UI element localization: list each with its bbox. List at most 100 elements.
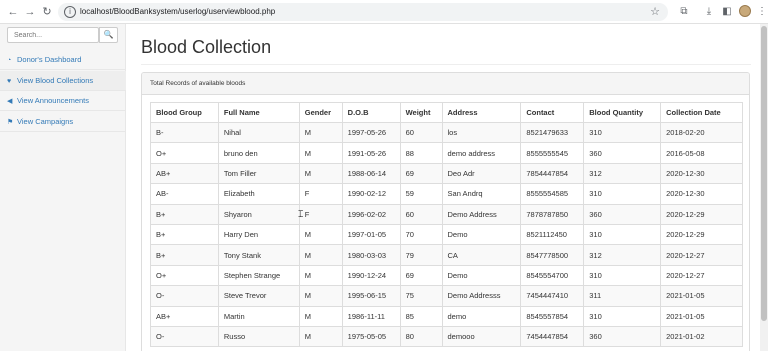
table-cell: 1990-12-24 xyxy=(341,264,401,287)
column-header[interactable]: D.O.B xyxy=(341,102,401,123)
table-cell: demooo xyxy=(441,325,522,348)
table-cell: 79 xyxy=(399,244,443,266)
table-cell: 80 xyxy=(399,325,443,348)
table-cell: bruno den xyxy=(217,142,300,164)
sidebar: 🔍 ◔ Donor's Dashboard ♥ View Blood Collect… xyxy=(0,24,126,351)
sidebar-item-blood-collections[interactable]: ♥ View Blood Collections xyxy=(0,71,126,91)
table-cell: Stephen Strange xyxy=(217,264,300,287)
column-header[interactable]: Blood Group xyxy=(150,102,219,123)
table-row: O+ Stephen Strange M 1990-12-24 69 Demo 854555… xyxy=(150,264,743,287)
column-header[interactable]: Address xyxy=(441,102,522,123)
table-cell: 2021-01-02 xyxy=(660,325,743,348)
scrollbar-thumb[interactable] xyxy=(761,26,767,321)
blood-collection-table: Blood Group Full Name Gender D.O.B Weigh… xyxy=(150,102,743,348)
bullhorn-icon: ◀ xyxy=(7,98,13,105)
table-cell: AB- xyxy=(150,183,219,205)
table-cell: demo xyxy=(441,305,522,327)
table-cell: 88 xyxy=(399,142,443,164)
table-cell: 8555554585 xyxy=(520,183,585,205)
menu-kebab-icon[interactable]: ⋮ xyxy=(755,5,768,19)
back-icon[interactable]: ← xyxy=(6,5,20,19)
column-header[interactable]: Weight xyxy=(399,102,443,123)
table-cell: O+ xyxy=(150,142,219,164)
table-cell: 8545554700 xyxy=(520,264,585,287)
table-cell: 8547778500 xyxy=(520,244,585,266)
table-cell: 8521112450 xyxy=(520,223,585,246)
table-cell: 69 xyxy=(399,162,443,185)
panel-heading: Total Records of available bloods xyxy=(142,73,749,95)
table-cell: 7454447854 xyxy=(520,325,585,348)
sidebar-item-label: View Blood Collections xyxy=(17,76,94,85)
page-title: Blood Collection xyxy=(141,37,272,57)
table-cell: 1996-02-02 xyxy=(341,203,401,225)
table-header-row: Blood Group Full Name Gender D.O.B Weigh… xyxy=(150,102,743,123)
table-cell: Demo xyxy=(441,223,522,246)
table-cell: F xyxy=(298,203,343,225)
site-info-icon[interactable]: i xyxy=(64,6,76,18)
table-cell: 310 xyxy=(583,264,662,287)
table-row: O- Steve Trevor M 1995-06-15 75 Demo Addresss… xyxy=(150,285,743,307)
bookmark-star-icon[interactable]: ☆ xyxy=(650,5,660,18)
column-header[interactable]: Gender xyxy=(298,102,343,123)
table-cell: 1990-02-12 xyxy=(341,183,401,205)
url-text[interactable]: localhost/BloodBanksystem/userlog/uservi… xyxy=(80,7,275,16)
column-header[interactable]: Blood Quantity xyxy=(583,102,662,123)
table-cell: San Andrq xyxy=(441,183,522,205)
table-cell: 311 xyxy=(583,285,662,307)
column-header[interactable]: Full Name xyxy=(217,102,300,123)
table-cell: 2020-12-27 xyxy=(660,244,743,266)
profile-avatar[interactable] xyxy=(739,5,751,17)
records-panel: Total Records of available bloods Blood … xyxy=(141,72,750,351)
column-header[interactable]: Collection Date xyxy=(660,102,743,123)
table-cell: 2020-12-29 xyxy=(660,223,743,246)
table-cell: 312 xyxy=(583,162,662,185)
extensions-icon[interactable]: ⧉ xyxy=(677,5,691,19)
sidebar-item-dashboard[interactable]: ◔ Donor's Dashboard xyxy=(0,50,126,70)
table-cell: 60 xyxy=(399,121,443,144)
table-cell: Tom Filler xyxy=(217,162,300,185)
table-cell: 8555555545 xyxy=(520,142,585,164)
divider xyxy=(141,64,751,65)
table-row: AB+ Tom Filler M 1988-06-14 69 Deo Adr 7854447… xyxy=(150,162,743,185)
table-row: B- Nihal M 1997-05-26 60 los 8521479633 310 2018… xyxy=(150,121,743,144)
reload-icon[interactable]: ↻ xyxy=(40,5,54,19)
table-cell: Demo Addresss xyxy=(441,285,522,307)
table-cell: Nihal xyxy=(217,121,300,144)
table-cell: 75 xyxy=(399,285,443,307)
address-bar[interactable]: i localhost/BloodBanksystem/userlog/user… xyxy=(58,3,668,21)
table-row: B+ Harry Den M 1997-01-05 70 Demo 8521112450 31… xyxy=(150,223,743,246)
table-cell: 1997-05-26 xyxy=(341,121,401,144)
sidebar-item-campaigns[interactable]: ⚑ View Campaigns xyxy=(0,112,126,132)
table-cell: M xyxy=(298,244,343,266)
table-row: B+ Tony Stank M 1980-03-03 79 CA 8547778500 312… xyxy=(150,244,743,266)
table-cell: Demo Address xyxy=(441,203,522,225)
search-button[interactable]: 🔍 xyxy=(99,27,118,43)
side-panel-icon[interactable]: ◧ xyxy=(720,5,734,19)
table-cell: CA xyxy=(441,244,522,266)
table-cell: 310 xyxy=(583,305,662,327)
column-header[interactable]: Contact xyxy=(520,102,585,123)
table-cell: Shyaron xyxy=(217,203,300,225)
sidebar-item-announcements[interactable]: ◀ View Announcements xyxy=(0,91,126,111)
search-input[interactable] xyxy=(7,27,99,43)
table-cell: O- xyxy=(150,285,219,307)
table-cell: B+ xyxy=(150,203,219,225)
table-cell: 1980-03-03 xyxy=(341,244,401,266)
table-cell: B+ xyxy=(150,244,219,266)
table-cell: AB+ xyxy=(150,305,219,327)
table-cell: 312 xyxy=(583,244,662,266)
table-cell: los xyxy=(441,121,522,144)
table-cell: 310 xyxy=(583,121,662,144)
table-cell: 2021-01-05 xyxy=(660,305,743,327)
table-cell: 2020-12-27 xyxy=(660,264,743,287)
download-icon[interactable]: ⤓ xyxy=(702,5,716,19)
sidebar-item-label: View Campaigns xyxy=(17,117,74,126)
forward-icon[interactable]: → xyxy=(23,5,37,19)
table-cell: 69 xyxy=(399,264,443,287)
table-cell: Tony Stank xyxy=(217,244,300,266)
table-cell: Demo xyxy=(441,264,522,287)
table-cell: 7454447410 xyxy=(520,285,585,307)
table-cell: 1991-05-26 xyxy=(341,142,401,164)
table-cell: Martin xyxy=(217,305,300,327)
table-cell: 1975-05-05 xyxy=(341,325,401,348)
